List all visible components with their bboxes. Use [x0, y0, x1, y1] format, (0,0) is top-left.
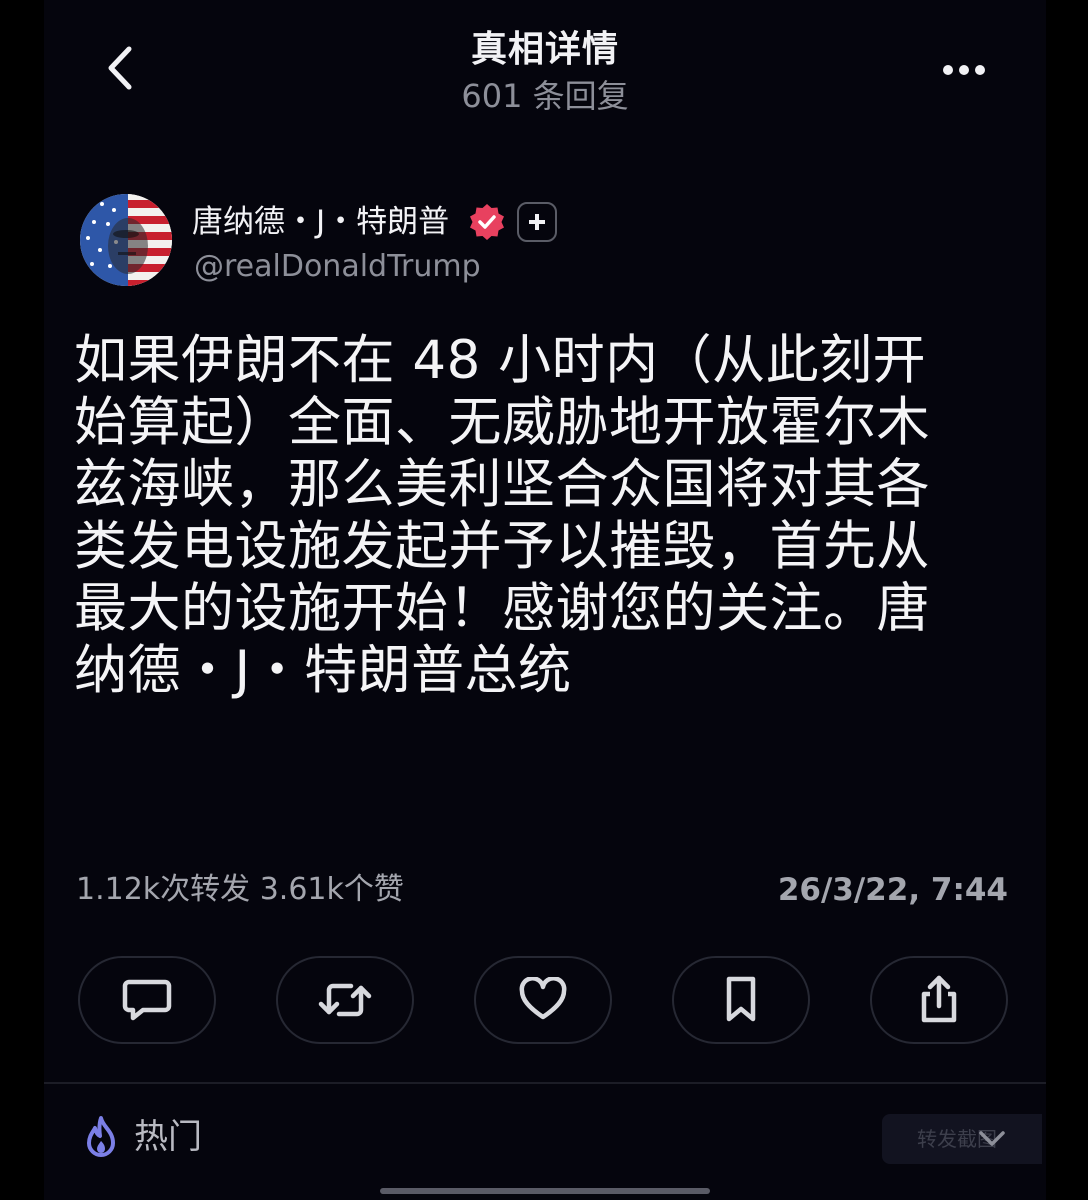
share-screenshot-button[interactable]: 转发截图 — [882, 1114, 1042, 1164]
more-options-button[interactable] — [934, 48, 994, 92]
post-timestamp: 26/3/22, 7:44 — [777, 872, 1008, 908]
hot-label: 热门 — [134, 1117, 202, 1157]
bookmark-button[interactable] — [672, 956, 810, 1044]
home-indicator — [380, 1188, 710, 1194]
top-bar: 真相详情 601 条回复 — [44, 0, 1046, 124]
post-author: 唐纳德・J・特朗普 @realDonaldTrump — [80, 192, 980, 292]
share-icon — [921, 975, 957, 1023]
like-button[interactable] — [474, 956, 612, 1044]
post-text: 如果伊朗不在 48 小时内（从此刻开始算起）全面、无威胁地开放霍尔木兹海峡，那么… — [74, 330, 930, 701]
chevron-down-icon — [979, 1131, 1005, 1146]
action-bar — [78, 956, 1008, 1046]
repost-button[interactable] — [276, 956, 414, 1044]
avatar-image — [80, 194, 172, 286]
author-name[interactable]: 唐纳德・J・特朗普 — [192, 200, 449, 244]
plus-icon — [529, 214, 546, 230]
author-handle: @realDonaldTrump — [194, 249, 481, 284]
engagement-stats: 1.12k次转发 3.61k个赞 — [76, 872, 404, 907]
author-name-row: 唐纳德・J・特朗普 — [192, 196, 558, 248]
reply-count: 601 条回复 — [461, 77, 629, 115]
page-title: 真相详情 — [470, 29, 619, 70]
flame-icon — [87, 1116, 115, 1157]
reply-button[interactable] — [78, 956, 216, 1044]
comment-icon — [122, 979, 172, 1021]
follow-button[interactable] — [517, 202, 558, 242]
heart-icon — [519, 977, 567, 1020]
avatar[interactable] — [80, 194, 172, 286]
repost-icon — [318, 983, 372, 1017]
bookmark-icon — [726, 976, 756, 1022]
share-button[interactable] — [870, 956, 1008, 1044]
more-dots-icon — [943, 65, 985, 75]
hot-sort-tab[interactable]: 热门 — [82, 1112, 202, 1162]
post-detail-screen: 真相详情 601 条回复 唐纳德・J・特朗普 @realDonaldTrump … — [44, 0, 1046, 1200]
section-divider — [44, 1082, 1046, 1084]
title-block: 真相详情 601 条回复 — [44, 26, 1046, 118]
verified-badge-icon — [470, 204, 505, 240]
